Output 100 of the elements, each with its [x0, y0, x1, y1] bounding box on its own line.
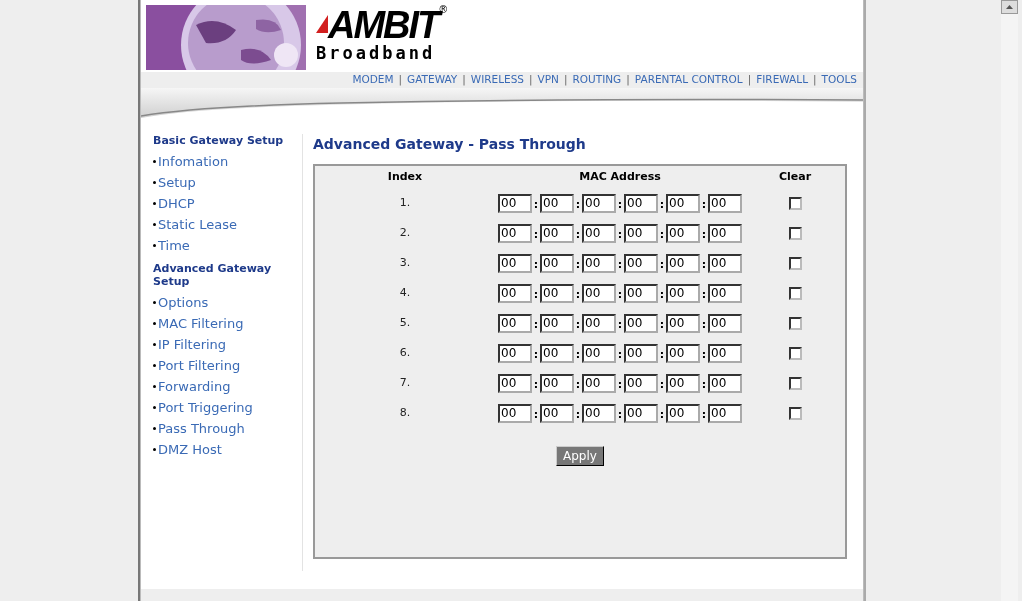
sidebar-link[interactable]: Port Triggering — [158, 397, 253, 418]
clear-checkbox[interactable] — [788, 226, 802, 240]
mac-octet-field[interactable]: 00 — [540, 373, 574, 393]
nav-link[interactable]: VPN — [537, 72, 559, 88]
mac-octet-field[interactable]: 00 — [624, 313, 658, 333]
row-index: 5. — [399, 314, 411, 331]
colon-separator: : — [700, 226, 708, 243]
nav-link[interactable]: MODEM — [352, 72, 394, 88]
clear-checkbox[interactable] — [788, 346, 802, 360]
mac-octet-field[interactable]: 00 — [666, 343, 700, 363]
sidebar-link[interactable]: MAC Filtering — [158, 313, 244, 334]
sidebar-link[interactable]: Port Filtering — [158, 355, 241, 376]
mac-octet-field[interactable]: 00 — [666, 283, 700, 303]
colon-separator: : — [658, 286, 666, 303]
mac-octet-field[interactable]: 00 — [582, 193, 616, 213]
mac-octet-field[interactable]: 00 — [582, 223, 616, 243]
mac-octet-field[interactable]: 00 — [582, 283, 616, 303]
mac-octet-field[interactable]: 00 — [582, 313, 616, 333]
row-index: 1. — [399, 194, 411, 211]
sidebar-link[interactable]: DMZ Host — [158, 439, 222, 460]
mac-octet-field[interactable]: 00 — [624, 253, 658, 273]
mac-octet-field[interactable]: 00 — [624, 223, 658, 243]
row-index: 6. — [399, 344, 411, 361]
nav-separator: | — [563, 72, 568, 88]
colon-separator: : — [532, 196, 540, 213]
mac-octet-field[interactable]: 00 — [666, 313, 700, 333]
mac-octet-field[interactable]: 00 — [666, 403, 700, 423]
clear-checkbox[interactable] — [788, 256, 802, 270]
nav-separator: | — [462, 72, 466, 88]
nav-separator: | — [529, 72, 533, 88]
colon-separator: : — [574, 226, 582, 243]
mac-octet-field[interactable]: 00 — [666, 193, 700, 213]
clear-checkbox[interactable] — [788, 376, 802, 390]
scroll-up-button[interactable] — [1001, 0, 1018, 14]
mac-octet-field[interactable]: 00 — [582, 343, 616, 363]
mac-octet-field[interactable]: 00 — [624, 343, 658, 363]
mac-octet-field[interactable]: 00 — [540, 223, 574, 243]
colon-separator: : — [658, 376, 666, 393]
row-index: 2. — [399, 224, 411, 241]
nav-link[interactable]: GATEWAY — [407, 72, 458, 88]
sidebar-heading: Basic Gateway Setup — [153, 134, 285, 147]
sidebar-link[interactable]: Pass Through — [158, 418, 245, 439]
mac-octet-field[interactable]: 00 — [540, 343, 574, 363]
nav-link[interactable]: WIRELESS — [470, 72, 525, 88]
nav-link[interactable]: PARENTAL CONTROL — [634, 72, 743, 88]
clear-checkbox[interactable] — [788, 196, 802, 210]
mac-octet-field[interactable]: 00 — [708, 223, 742, 243]
mac-octet-field[interactable]: 00 — [540, 283, 574, 303]
mac-octet-field[interactable]: 00 — [708, 193, 742, 213]
mac-octet-field[interactable]: 00 — [540, 313, 574, 333]
mac-octet-field[interactable]: 00 — [498, 253, 532, 273]
mac-octet-field[interactable]: 00 — [708, 403, 742, 423]
sidebar-link[interactable]: Forwarding — [158, 376, 231, 397]
sidebar-link[interactable]: Infomation — [158, 151, 229, 172]
sidebar-link[interactable]: Options — [158, 292, 209, 313]
sidebar-link[interactable]: Static Lease — [158, 214, 238, 235]
mac-octet-field[interactable]: 00 — [624, 373, 658, 393]
apply-button[interactable]: Apply — [556, 446, 604, 466]
mac-octet-field[interactable]: 00 — [708, 283, 742, 303]
colon-separator: : — [700, 256, 708, 273]
clear-checkbox[interactable] — [788, 316, 802, 330]
row-index: 3. — [399, 254, 411, 271]
mac-octet-field[interactable]: 00 — [498, 373, 532, 393]
colon-separator: : — [616, 316, 624, 333]
nav-link[interactable]: ROUTING — [572, 72, 622, 88]
nav-link[interactable]: FIREWALL — [756, 72, 808, 88]
mac-octet-field[interactable]: 00 — [498, 403, 532, 423]
mac-octet-field[interactable]: 00 — [708, 253, 742, 273]
row-index: 7. — [399, 374, 411, 391]
mac-octet-field[interactable]: 00 — [666, 253, 700, 273]
sidebar-link[interactable]: DHCP — [158, 193, 195, 214]
mac-octet-field[interactable]: 00 — [498, 283, 532, 303]
colon-separator: : — [700, 346, 708, 363]
mac-octet-field[interactable]: 00 — [498, 343, 532, 363]
mac-octet-field[interactable]: 00 — [624, 193, 658, 213]
mac-octet-field[interactable]: 00 — [666, 373, 700, 393]
mac-octet-field[interactable]: 00 — [624, 283, 658, 303]
mac-octet-field[interactable]: 00 — [498, 313, 532, 333]
mac-octet-field[interactable]: 00 — [582, 373, 616, 393]
clear-checkbox[interactable] — [788, 286, 802, 300]
colon-separator: : — [574, 256, 582, 273]
mac-octet-field[interactable]: 00 — [582, 253, 616, 273]
nav-link[interactable]: TOOLS — [821, 72, 857, 88]
clear-checkbox[interactable] — [788, 406, 802, 420]
sidebar-link[interactable]: Time — [158, 235, 190, 256]
sidebar-link[interactable]: Setup — [158, 172, 196, 193]
mac-octet-field[interactable]: 00 — [540, 403, 574, 423]
sidebar-link[interactable]: IP Filtering — [158, 334, 227, 355]
mac-octet-field[interactable]: 00 — [708, 313, 742, 333]
colon-separator: : — [616, 286, 624, 303]
mac-octet-field[interactable]: 00 — [498, 223, 532, 243]
mac-octet-field[interactable]: 00 — [498, 193, 532, 213]
mac-octet-field[interactable]: 00 — [582, 403, 616, 423]
mac-octet-field[interactable]: 00 — [540, 253, 574, 273]
mac-octet-field[interactable]: 00 — [540, 193, 574, 213]
mac-octet-field[interactable]: 00 — [708, 373, 742, 393]
colon-separator: : — [700, 286, 708, 303]
mac-octet-field[interactable]: 00 — [708, 343, 742, 363]
mac-octet-field[interactable]: 00 — [624, 403, 658, 423]
mac-octet-field[interactable]: 00 — [666, 223, 700, 243]
